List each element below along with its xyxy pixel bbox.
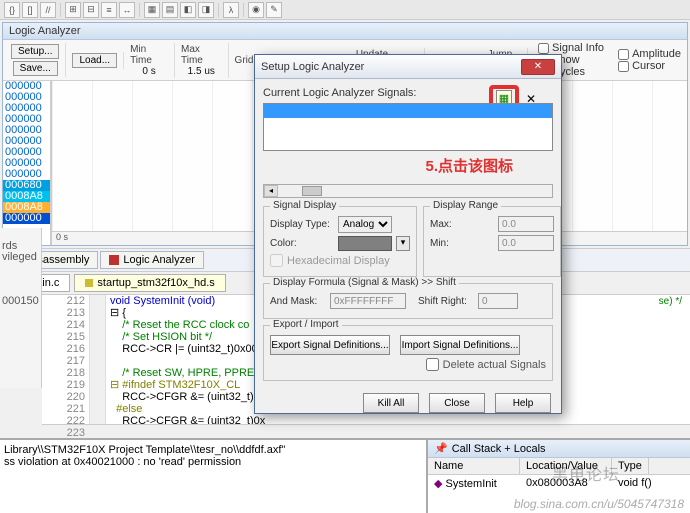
toolbar-icon[interactable]: ≡ [101, 2, 117, 18]
toolbar-icon[interactable]: ⊞ [65, 2, 81, 18]
max-time-label: Max Time [181, 44, 222, 66]
toolbar-icon[interactable]: // [40, 2, 56, 18]
main-toolbar: {} [] // ⊞ ⊟ ≡ ↔ ▦ ▤ ◧ ◨ λ ◉ ✎ [0, 0, 690, 20]
file-tab-startup[interactable]: startup_stm32f10x_hd.s [74, 274, 225, 292]
display-type-select[interactable]: Analog [338, 216, 392, 233]
la-title: Logic Analyzer [3, 23, 687, 40]
signal-display-group: Signal Display Display Type: Analog Colo… [263, 206, 417, 277]
max-input[interactable] [498, 216, 554, 232]
toolbar-icon[interactable]: λ [223, 2, 239, 18]
separator [139, 3, 140, 17]
load-button[interactable]: Load... [72, 53, 117, 68]
breakpoint-gutter[interactable] [90, 295, 106, 424]
dialog-titlebar[interactable]: Setup Logic Analyzer ✕ [255, 55, 561, 79]
scroll-thumb[interactable] [302, 186, 322, 196]
setup-button[interactable]: Setup... [11, 44, 59, 59]
signal-info-check[interactable]: Signal Info [534, 42, 614, 54]
grid-label: Grid [235, 55, 254, 66]
max-label: Max: [430, 219, 494, 230]
color-label: Color: [270, 238, 334, 249]
watermark-url: blog.sina.com.cn/u/5045747318 [514, 497, 684, 511]
tab-logic-analyzer[interactable]: Logic Analyzer [100, 251, 204, 269]
line-numbers: 2122132142152162172182192202212222232242… [42, 295, 90, 424]
export-definitions-button[interactable]: Export Signal Definitions... [270, 335, 390, 355]
color-picker-button[interactable]: ▾ [396, 236, 410, 251]
shift-label: Shift Right: [418, 296, 474, 307]
import-definitions-button[interactable]: Import Signal Definitions... [400, 335, 520, 355]
signal-row-selected[interactable] [264, 104, 552, 118]
output-pane[interactable]: Library\\STM32F10X Project Template\\tes… [0, 440, 428, 513]
watermark-cn: 黑电论坛 [552, 461, 620, 485]
and-mask-label: And Mask: [270, 296, 326, 307]
toolbar-icon[interactable]: ◨ [198, 2, 214, 18]
toolbar-icon[interactable]: ↔ [119, 2, 135, 18]
display-range-group: Display Range Max: Min: [423, 206, 561, 277]
export-import-group: Export / Import Export Signal Definition… [263, 325, 553, 381]
la-address-column: 000000 000000 000000 000000 000000 00000… [3, 81, 51, 245]
toolbar-icon[interactable]: ▤ [162, 2, 178, 18]
min-time-label: Min Time [130, 44, 168, 66]
separator [218, 3, 219, 17]
toolbar-icon[interactable]: ⊟ [83, 2, 99, 18]
dialog-title: Setup Logic Analyzer [261, 61, 364, 73]
kill-all-button[interactable]: Kill All [363, 393, 419, 413]
min-label: Min: [430, 238, 494, 249]
asm-file-icon [85, 279, 93, 287]
max-time-value: 1.5 us [188, 66, 215, 77]
toolbar-icon[interactable]: ◧ [180, 2, 196, 18]
separator [60, 3, 61, 17]
col-name[interactable]: Name [428, 458, 520, 474]
horizontal-scrollbar[interactable]: ◂ [263, 184, 553, 198]
toolbar-icon[interactable]: [] [22, 2, 38, 18]
toolbar-icon[interactable]: ▦ [144, 2, 160, 18]
toolbar-icon[interactable]: ◉ [248, 2, 264, 18]
save-button[interactable]: Save... [13, 61, 58, 76]
close-button[interactable]: Close [429, 393, 485, 413]
color-swatch[interactable] [338, 236, 392, 251]
dialog-buttons: Kill All Close Help [263, 387, 553, 415]
display-type-label: Display Type: [270, 219, 334, 230]
display-formula-group: Display Formula (Signal & Mask) >> Shift… [263, 283, 553, 319]
toolbar-icon[interactable]: ✎ [266, 2, 282, 18]
hex-display-check: Hexadecimal Display [270, 254, 410, 267]
and-mask-input[interactable] [330, 293, 406, 309]
delete-signals-check[interactable]: Delete actual Signals [270, 358, 546, 371]
setup-logic-analyzer-dialog: Setup Logic Analyzer ✕ Current Logic Ana… [254, 54, 562, 414]
amplitude-check[interactable]: Amplitude [614, 48, 685, 60]
min-input[interactable] [498, 235, 554, 251]
scroll-left-icon[interactable]: ◂ [264, 185, 278, 197]
shift-input[interactable] [478, 293, 518, 309]
toolbar-icon[interactable]: {} [4, 2, 20, 18]
pin-icon[interactable]: 📌 [434, 442, 448, 455]
signals-listbox[interactable] [263, 103, 553, 151]
la-icon [109, 255, 119, 265]
call-stack-title: 📌Call Stack + Locals [428, 440, 690, 458]
help-button[interactable]: Help [495, 393, 551, 413]
cursor-check[interactable]: Cursor [614, 60, 685, 72]
close-icon[interactable]: ✕ [521, 59, 555, 75]
separator [243, 3, 244, 17]
code-truncated-text: se) */ [659, 296, 682, 307]
left-info-sidebar: rds vileged 000150 [0, 228, 42, 388]
min-time-value: 0 s [142, 66, 155, 77]
annotation-text: 5.点击该图标 [263, 151, 553, 180]
